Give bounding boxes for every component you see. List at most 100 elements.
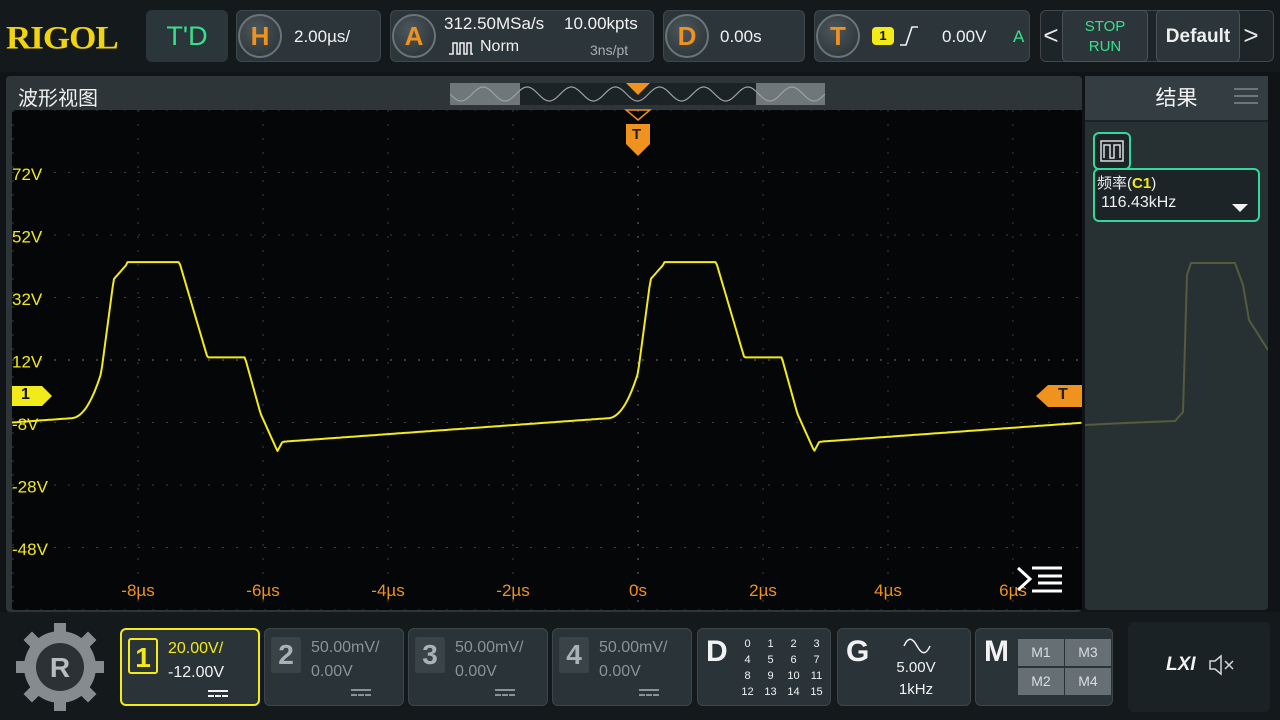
digital-bit: 9 <box>767 670 774 682</box>
waveform-screen[interactable]: 72V 52V 32V 12V -8V -28V -48V -8µs -6µs -4µs -2µs… <box>12 110 1082 610</box>
x-axis-label: -4µs <box>371 581 404 600</box>
math-m1-button[interactable]: M1 <box>1018 639 1064 666</box>
math-key: M <box>984 635 1009 668</box>
trigger-source-badge: 1 <box>872 27 894 45</box>
dc-coupling-icon <box>639 689 659 696</box>
bottom-bar: R 1 20.00V/ -12.00V 2 50.00mV/ 0.00V 3 5… <box>0 612 1280 720</box>
stop-label: STOP <box>1084 18 1126 35</box>
trigger-position-label: T <box>632 126 642 143</box>
x-axis-label: -8µs <box>121 581 154 600</box>
waveform-canvas: 72V 52V 32V 12V -8V -28V -48V -8µs -6µs -4µs -2µs… <box>12 110 1082 610</box>
delay-key-button[interactable]: D <box>665 14 709 58</box>
horizontal-timebase-value: 2.00µs/ <box>294 27 351 46</box>
channel-2-scale: 50.00mV/ <box>311 639 380 656</box>
channel-3-offset: 0.00V <box>455 663 497 680</box>
rising-edge-icon <box>900 26 918 46</box>
channel-1-offset-label: 1 <box>21 386 30 403</box>
measurement-name: 频率(C1) <box>1097 175 1157 192</box>
measurement-source: C1 <box>1132 175 1152 192</box>
y-axis-label: -8V <box>12 415 39 434</box>
digital-bit: 6 <box>790 654 797 666</box>
channel-3-panel[interactable]: 3 50.00mV/ 0.00V <box>408 628 548 706</box>
digital-bit: 14 <box>787 686 800 698</box>
digital-bit: 4 <box>744 654 751 666</box>
default-setup-button[interactable]: Default <box>1156 10 1240 62</box>
menu-icon[interactable] <box>1016 564 1064 594</box>
digital-bit: 8 <box>744 670 751 682</box>
digital-bit: 10 <box>787 670 800 682</box>
top-bar: RIGOL T'D H 2.00µs/ A 312.50MSa/s 10.00k… <box>0 0 1280 72</box>
y-axis-label: 32V <box>12 290 43 309</box>
y-axis-label: -48V <box>12 540 49 559</box>
brand-logo[interactable]: RIGOL <box>6 19 119 57</box>
measurement-type-icon[interactable] <box>1093 132 1131 170</box>
channel-4-panel[interactable]: 4 50.00mV/ 0.00V <box>552 628 692 706</box>
digital-bit: 15 <box>810 686 823 698</box>
channel-2-number: 2 <box>271 637 301 673</box>
generator-frequency: 1kHz <box>898 681 934 698</box>
frequency-measurement-card[interactable]: 频率(C1) 116.43kHz <box>1093 168 1260 222</box>
digital-bit: 3 <box>813 638 820 650</box>
channel-1-scale: 20.00V/ <box>168 640 224 657</box>
nav-prev-button[interactable]: < <box>1042 12 1060 60</box>
measurement-value: 116.43kHz <box>1101 194 1177 211</box>
digital-bit: 2 <box>790 638 797 650</box>
memory-depth-value: 10.00kpts <box>564 14 638 33</box>
oscilloscope-app: RIGOL T'D H 2.00µs/ A 312.50MSa/s 10.00k… <box>0 0 1280 720</box>
digital-bit: 5 <box>767 654 774 666</box>
digital-bit: 7 <box>813 654 820 666</box>
channel-1-offset: -12.00V <box>168 664 225 681</box>
x-axis-label: 4µs <box>874 581 902 600</box>
acquire-mode-value: Norm <box>480 38 520 55</box>
generator-panel[interactable]: G 5.00V 1kHz <box>837 628 971 706</box>
x-axis-label: 0s <box>629 581 647 600</box>
channel-3-number: 3 <box>415 637 445 673</box>
waveform-view-title: 波形视图 <box>18 88 98 110</box>
sample-rate-value: 312.50MSa/s <box>444 14 545 33</box>
digital-bit: 1 <box>767 638 774 650</box>
math-m3-button[interactable]: M3 <box>1065 639 1111 666</box>
digital-bit: 0 <box>744 638 751 650</box>
y-axis-label: 72V <box>12 165 43 184</box>
minimap-trigger-marker <box>626 83 650 95</box>
stop-run-button[interactable]: STOP RUN <box>1062 10 1148 62</box>
trigger-key-button[interactable]: T <box>816 14 860 58</box>
acquire-key-button[interactable]: A <box>392 14 436 58</box>
math-panel[interactable]: M M1 M3 M2 M4 <box>975 628 1113 706</box>
channel-1-trace <box>12 261 1082 452</box>
digital-channels-panel[interactable]: D 0 1 2 3 4 5 6 7 8 9 10 11 12 13 14 15 <box>697 628 831 706</box>
channel-3-scale: 50.00mV/ <box>455 639 524 656</box>
grid-lines <box>12 110 1082 610</box>
results-panel: 结果 频率(C1) 116.43kHz <box>1085 76 1268 610</box>
digital-bit: 11 <box>810 670 823 682</box>
generator-key: G <box>846 635 870 668</box>
math-m4-button[interactable]: M4 <box>1065 668 1111 695</box>
x-axis-label: -2µs <box>496 581 529 600</box>
td-toggle-button[interactable]: T'D <box>146 10 228 62</box>
digital-bit: 13 <box>764 686 777 698</box>
channel-4-offset: 0.00V <box>599 663 641 680</box>
digital-bit: 12 <box>741 686 754 698</box>
run-label: RUN <box>1088 38 1122 55</box>
dc-coupling-icon <box>495 689 515 696</box>
channel-2-offset: 0.00V <box>311 663 353 680</box>
dc-coupling-icon <box>208 690 228 697</box>
math-m2-button[interactable]: M2 <box>1018 668 1064 695</box>
delay-value: 0.00s <box>720 27 762 46</box>
channel-4-number: 4 <box>559 637 589 673</box>
generator-amplitude: 5.00V <box>896 659 936 676</box>
results-menu-icon[interactable] <box>1234 88 1258 106</box>
channel-2-panel[interactable]: 2 50.00mV/ 0.00V <box>264 628 404 706</box>
nav-next-button[interactable]: > <box>1242 12 1260 60</box>
channel-1-number: 1 <box>128 638 158 674</box>
dc-coupling-icon <box>351 689 371 696</box>
sine-wave-icon <box>903 638 931 654</box>
channel-1-offset-marker[interactable] <box>12 384 54 408</box>
lxi-logo[interactable]: LXI <box>1166 654 1196 676</box>
home-gear-icon[interactable]: R <box>10 620 110 714</box>
speaker-muted-icon[interactable] <box>1208 654 1236 676</box>
y-axis-label: -28V <box>12 478 49 497</box>
horizontal-key-button[interactable]: H <box>238 14 282 58</box>
chevron-down-icon[interactable] <box>1232 204 1248 212</box>
channel-1-panel[interactable]: 1 20.00V/ -12.00V <box>120 628 260 706</box>
